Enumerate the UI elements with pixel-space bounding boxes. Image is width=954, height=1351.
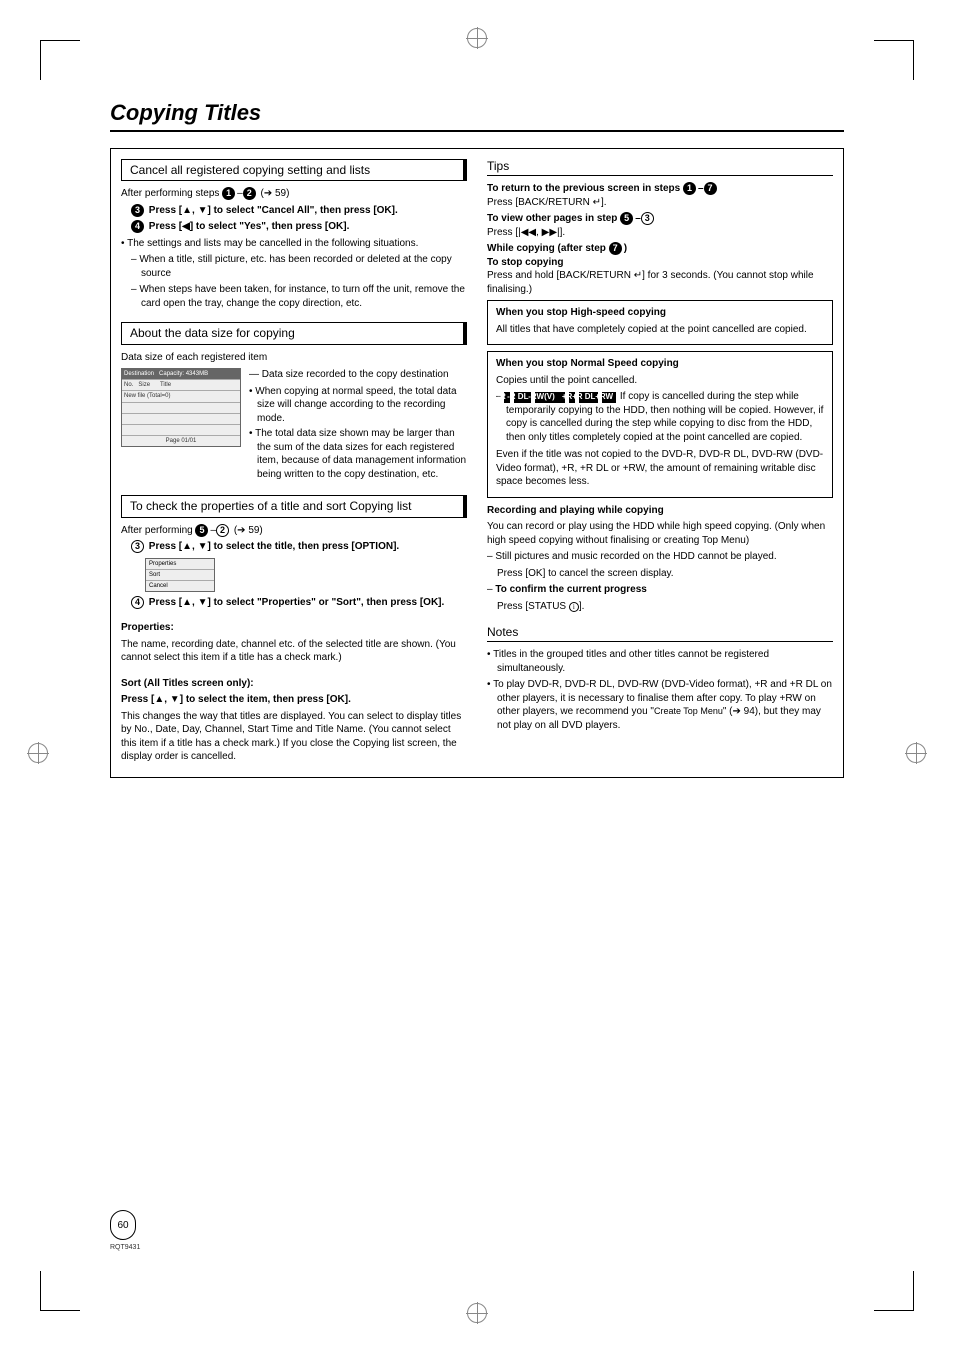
step-5-icon: 5 (620, 212, 633, 225)
capacity-table: Destination Capacity: 4343MB No. Size Ti… (121, 368, 241, 447)
sub-bullet-1: – When a title, still picture, etc. has … (131, 253, 467, 280)
rec-bullet-1: – Still pictures and music recorded on t… (487, 550, 833, 564)
normalspeed-stop-box: When you stop Normal Speed copying Copie… (487, 351, 833, 498)
registration-mark (28, 743, 48, 763)
step-3: 3 Press [▲, ▼] to select "Cancel All", t… (131, 204, 467, 218)
section-header-datasize: About the data size for copying (121, 322, 467, 344)
after-performing-2: After performing 5–2 (➔ 59) (121, 524, 467, 538)
crop-mark (40, 1271, 80, 1311)
datasize-bullet-1: • When copying at normal speed, the tota… (249, 385, 467, 426)
page-footer: 60 RQT9431 (110, 1210, 140, 1251)
rec-bullet-2b: Press [STATUS i]. (497, 600, 833, 614)
step-5-icon: 5 (195, 524, 208, 537)
registration-mark (467, 28, 487, 48)
datasize-bullet-2: • The total data size shown may be large… (249, 427, 467, 481)
step-7-icon: 7 (704, 182, 717, 195)
return-icon: ↵ (593, 197, 601, 208)
tip-while-copying: While copying (after step 7) To stop cop… (487, 242, 833, 296)
recording-text: You can record or play using the HDD whi… (487, 520, 833, 547)
left-column: Cancel all registered copying setting an… (121, 159, 467, 767)
tips-heading: Tips (487, 159, 833, 176)
tip-return: To return to the previous screen in step… (487, 182, 833, 209)
annotation-datasize: — Data size recorded to the copy destina… (249, 368, 467, 382)
registration-mark (906, 743, 926, 763)
registration-mark (467, 1303, 487, 1323)
rec-bullet-2: – To confirm the current progress (487, 583, 833, 597)
step-1-icon: 1 (683, 182, 696, 195)
crop-mark (40, 40, 80, 80)
step-4: 4 Press [◀] to select "Yes", then press … (131, 220, 467, 234)
rec-bullet-1b: Press [OK] to cancel the screen display. (497, 567, 833, 581)
datasize-intro: Data size of each registered item (121, 351, 467, 365)
status-icon: i (569, 602, 579, 612)
note-2: • To play DVD-R, DVD-R DL, DVD-RW (DVD-V… (487, 678, 833, 732)
step-1-icon: 1 (222, 187, 235, 200)
ring-3-icon: 3 (131, 540, 144, 553)
sub-bullet-2: – When steps have been taken, for instan… (131, 283, 467, 310)
ring-4-icon: 4 (131, 596, 144, 609)
main-content-box: Cancel all registered copying setting an… (110, 148, 844, 778)
step-4-icon: 4 (131, 220, 144, 233)
box2-note: Even if the title was not copied to the … (496, 448, 824, 489)
return-icon: ↵ (634, 270, 642, 281)
option-popup: Properties Sort Cancel (145, 558, 215, 592)
section-header-cancel: Cancel all registered copying setting an… (121, 159, 467, 181)
right-column: Tips To return to the previous screen in… (487, 159, 833, 767)
ring-2-icon: 2 (216, 524, 229, 537)
sort-line: Press [▲, ▼] to select the item, then pr… (121, 693, 467, 707)
crop-mark (874, 1271, 914, 1311)
format-tags-line: – -R -R DL -RW(V) +R +R DL +RW If copy i… (496, 390, 824, 444)
properties-heading: Properties: (121, 621, 467, 635)
step-7-icon: 7 (609, 242, 622, 255)
after-performing-text: After performing steps 1–2 (➔ 59) (121, 187, 467, 201)
bullet-text: • The settings and lists may be cancelle… (121, 237, 467, 251)
recording-heading: Recording and playing while copying (487, 504, 833, 518)
sort-heading: Sort (All Titles screen only): (121, 677, 467, 691)
rwv-tag: -RW(V) (535, 392, 565, 403)
tip-other-pages: To view other pages in step 5–3 Press [|… (487, 212, 833, 239)
document-code: RQT9431 (110, 1244, 140, 1251)
properties-text: The name, recording date, channel etc. o… (121, 638, 467, 665)
note-1: • Titles in the grouped titles and other… (487, 648, 833, 675)
highspeed-stop-box: When you stop High-speed copying All tit… (487, 300, 833, 345)
step-ring-4: 4 Press [▲, ▼] to select "Properties" or… (131, 596, 467, 610)
sort-text: This changes the way that titles are dis… (121, 710, 467, 764)
step-2-icon: 2 (243, 187, 256, 200)
page-title: Copying Titles (110, 100, 844, 132)
ring-3-icon: 3 (641, 212, 654, 225)
section-header-properties: To check the properties of a title and s… (121, 495, 467, 517)
notes-heading: Notes (487, 625, 833, 642)
step-3-icon: 3 (131, 204, 144, 217)
plusrw-tag: +RW (602, 392, 616, 403)
crop-mark (874, 40, 914, 80)
step-ring-3: 3 Press [▲, ▼] to select the title, then… (131, 540, 467, 554)
page-number: 60 (110, 1210, 136, 1240)
